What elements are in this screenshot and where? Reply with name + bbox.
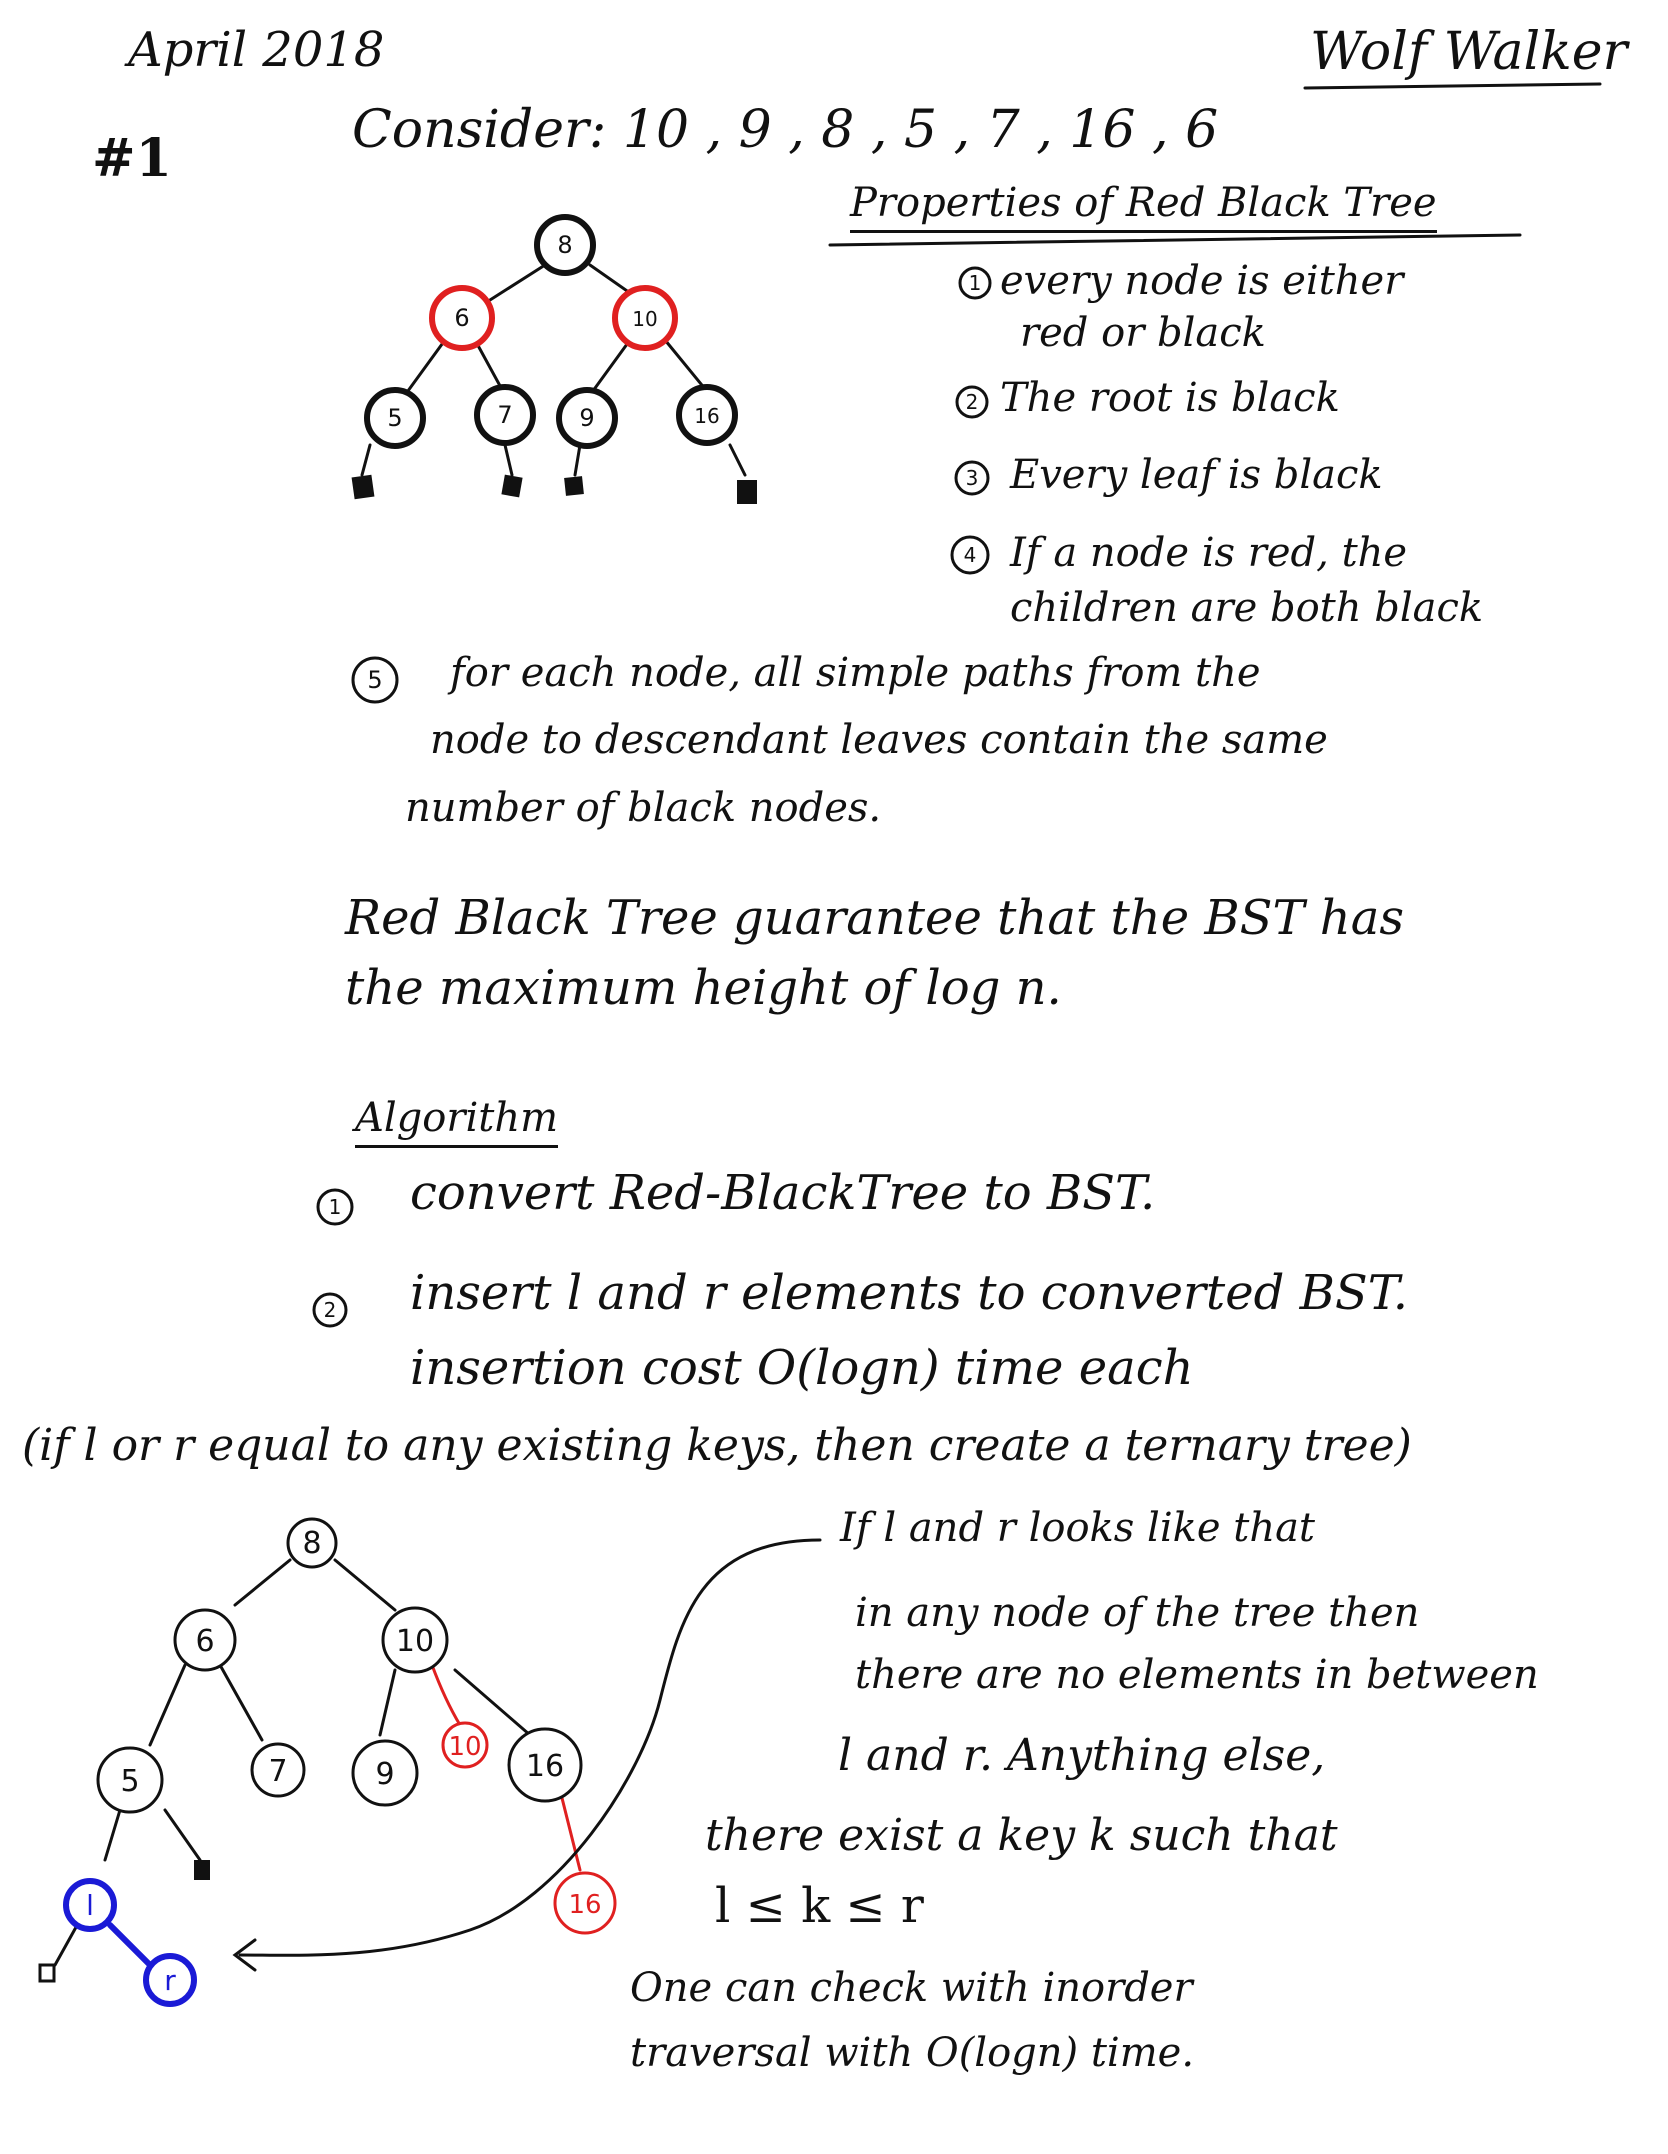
tree1-edges bbox=[360, 263, 747, 477]
tree2-label: 6 bbox=[195, 1624, 214, 1659]
tree2-label: 7 bbox=[268, 1754, 287, 1789]
property-1-num: 1 bbox=[969, 271, 982, 295]
converted-bst-tree: 8 6 10 5 7 9 16 10 16 l r bbox=[38, 1517, 617, 2007]
property-5-num: 5 bbox=[367, 666, 382, 694]
tree2-label: 5 bbox=[120, 1764, 139, 1799]
leaf-nil bbox=[194, 1860, 210, 1880]
author-underline bbox=[1303, 82, 1602, 90]
tree1-label: 7 bbox=[497, 401, 512, 429]
tree2-label: 10 bbox=[396, 1624, 434, 1659]
tree1-label: 6 bbox=[454, 304, 469, 332]
tree2-blue-label: l bbox=[86, 1889, 94, 1922]
tree2-red-label: 16 bbox=[568, 1890, 601, 1920]
tree1-label: 8 bbox=[557, 231, 572, 259]
tree2-leaf-outline bbox=[38, 1963, 56, 1983]
leaf-nil bbox=[38, 1963, 56, 1983]
tree1-label: 5 bbox=[387, 404, 402, 432]
property-4-num: 4 bbox=[964, 543, 977, 567]
properties-title-underline bbox=[828, 233, 1522, 247]
tree2-red-label: 10 bbox=[448, 1732, 481, 1762]
algorithm-step-2-num: 2 bbox=[324, 1298, 337, 1322]
tree2-label: 9 bbox=[375, 1757, 394, 1792]
tree2-label: 16 bbox=[526, 1749, 564, 1784]
tree2-blue-label: r bbox=[164, 1964, 176, 1997]
leaf-nil bbox=[501, 474, 523, 498]
tree2-blue-edges bbox=[107, 1922, 158, 1973]
tree1-label: 9 bbox=[579, 404, 594, 432]
tree2-leaves bbox=[194, 1860, 210, 1880]
red-black-tree: 8 6 10 5 7 9 16 bbox=[351, 214, 757, 504]
leaf-nil bbox=[737, 480, 757, 504]
property-3-num: 3 bbox=[966, 466, 979, 490]
leaf-nil bbox=[351, 474, 375, 500]
tree2-label: 8 bbox=[302, 1526, 321, 1561]
algorithm-step-1-num: 1 bbox=[329, 1195, 342, 1219]
diagram-layer: 1 2 3 4 5 1 2 8 6 10 5 7 9 16 8 6 10 5 7… bbox=[38, 82, 1602, 2007]
leaf-nil bbox=[564, 476, 584, 496]
tree1-leaves bbox=[351, 474, 757, 504]
tree1-label: 16 bbox=[694, 404, 719, 428]
property-2-num: 2 bbox=[966, 390, 979, 414]
tree1-label: 10 bbox=[632, 307, 657, 331]
tree1-nodes bbox=[364, 214, 738, 449]
